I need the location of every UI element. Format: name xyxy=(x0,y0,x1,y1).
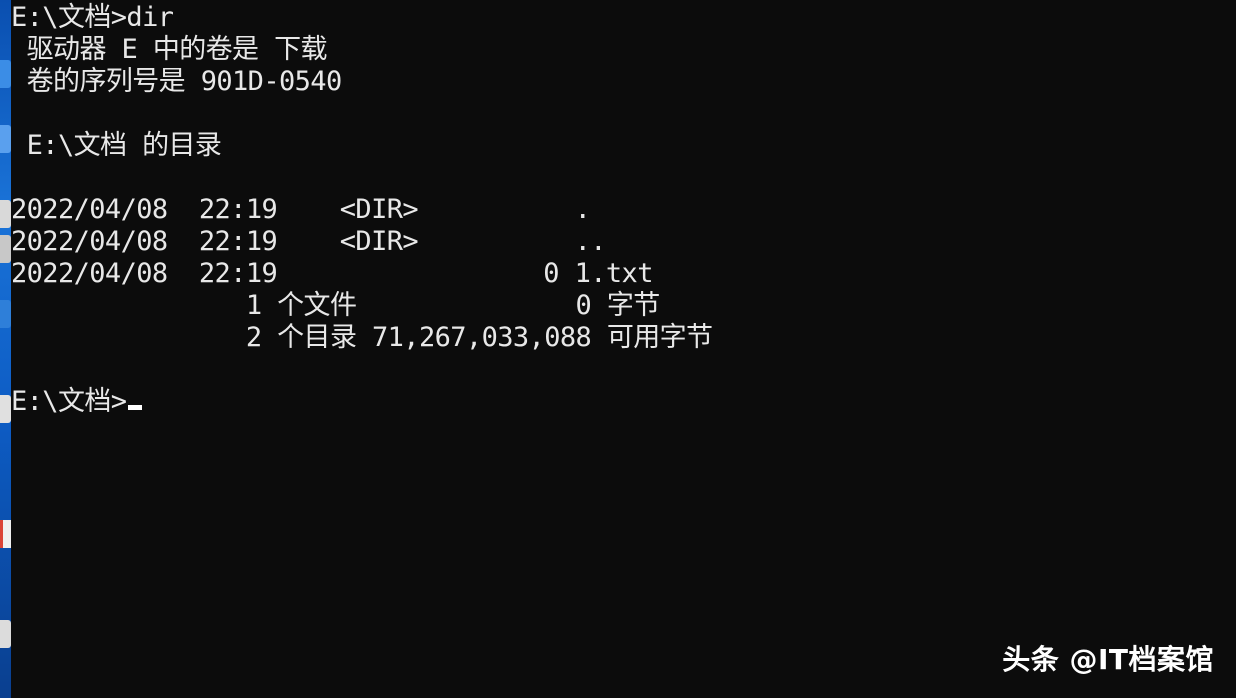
console-line: E:\文档 的目录 xyxy=(11,130,222,161)
console-line: 2022/04/08 22:19 <DIR> . xyxy=(11,194,591,225)
console-line: 2 个目录 71,267,033,088 可用字节 xyxy=(11,322,713,353)
prompt-text: E:\文档> xyxy=(11,386,127,417)
command-prompt-line[interactable]: E:\文档> xyxy=(11,386,143,417)
console-line: 卷的序列号是 901D-0540 xyxy=(11,66,343,97)
desktop-background-strip xyxy=(0,0,14,698)
desktop-icon-5[interactable] xyxy=(0,300,11,328)
console-line: 1 个文件 0 字节 xyxy=(11,290,660,321)
desktop-icon-4[interactable] xyxy=(0,235,11,263)
console-line: 2022/04/08 22:19 <DIR> .. xyxy=(11,226,607,257)
desktop-icon-6[interactable] xyxy=(0,395,11,423)
desktop-icon-2[interactable] xyxy=(0,125,11,153)
command-prompt-window[interactable]: E:\文档>dir 驱动器 E 中的卷是 下载 卷的序列号是 901D-0540… xyxy=(11,0,1236,698)
desktop-icon-3[interactable] xyxy=(0,200,11,228)
watermark: 头条 @IT档案馆 xyxy=(1002,643,1214,676)
desktop-icon-1[interactable] xyxy=(0,60,11,88)
console-line: E:\文档>dir xyxy=(11,2,174,33)
screenshot: E:\文档>dir 驱动器 E 中的卷是 下载 卷的序列号是 901D-0540… xyxy=(0,0,1236,698)
desktop-icon-8[interactable] xyxy=(0,620,11,648)
text-cursor xyxy=(128,405,143,410)
console-line: 2022/04/08 22:19 0 1.txt xyxy=(11,258,653,289)
console-line: 驱动器 E 中的卷是 下载 xyxy=(11,34,328,65)
